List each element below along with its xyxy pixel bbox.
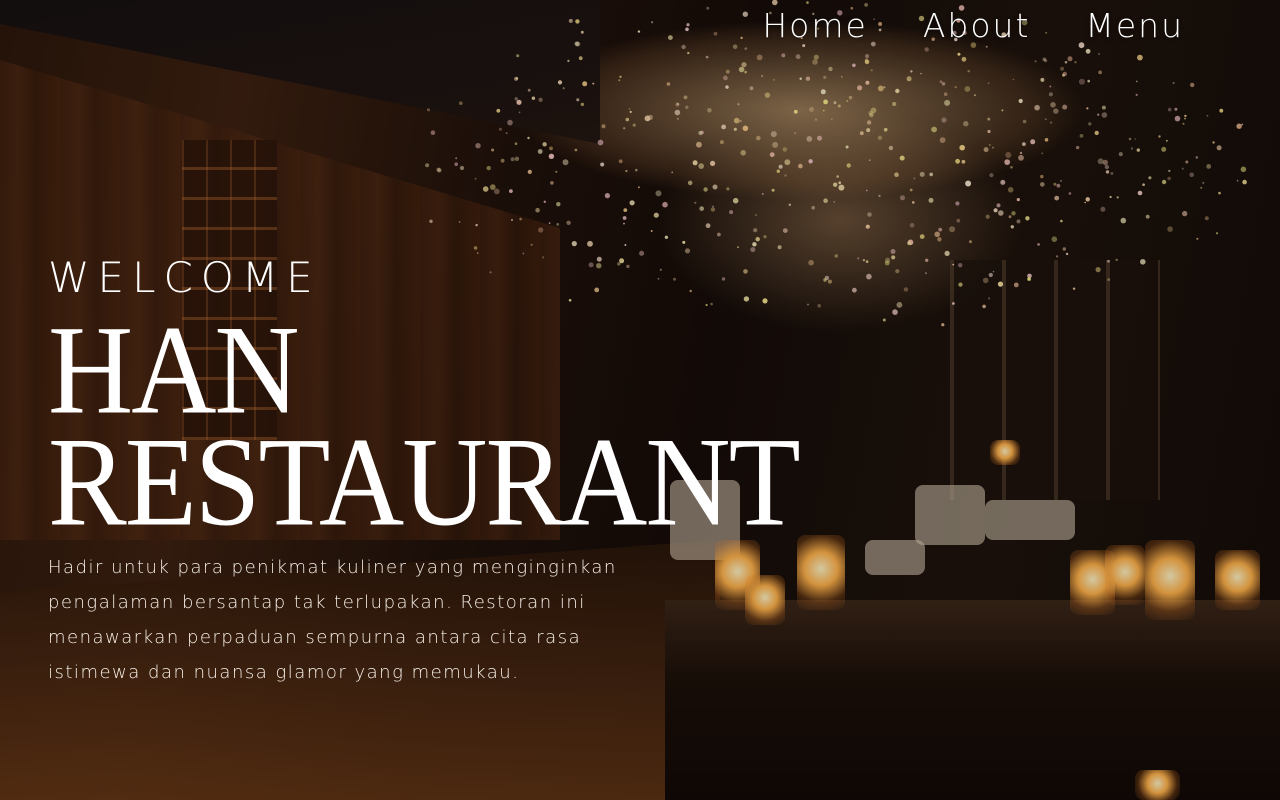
welcome-heading: WELCOME: [48, 253, 321, 302]
hero-section: Home About Menu WELCOME HAN RESTAURANT H…: [0, 0, 1280, 800]
hero-text-block: WELCOME HAN RESTAURANT Hadir untuk para …: [48, 252, 801, 690]
title-line-2: RESTAURANT: [48, 411, 801, 553]
nav-about-link[interactable]: About: [923, 6, 1031, 45]
main-nav: Home About Menu: [762, 6, 1184, 45]
hero-description: Hadir untuk para penikmat kuliner yang m…: [48, 557, 617, 683]
title-line-1: HAN: [48, 298, 300, 441]
restaurant-title: HAN RESTAURANT: [48, 298, 801, 553]
nav-home-link[interactable]: Home: [762, 6, 867, 45]
nav-menu-link[interactable]: Menu: [1085, 6, 1184, 45]
